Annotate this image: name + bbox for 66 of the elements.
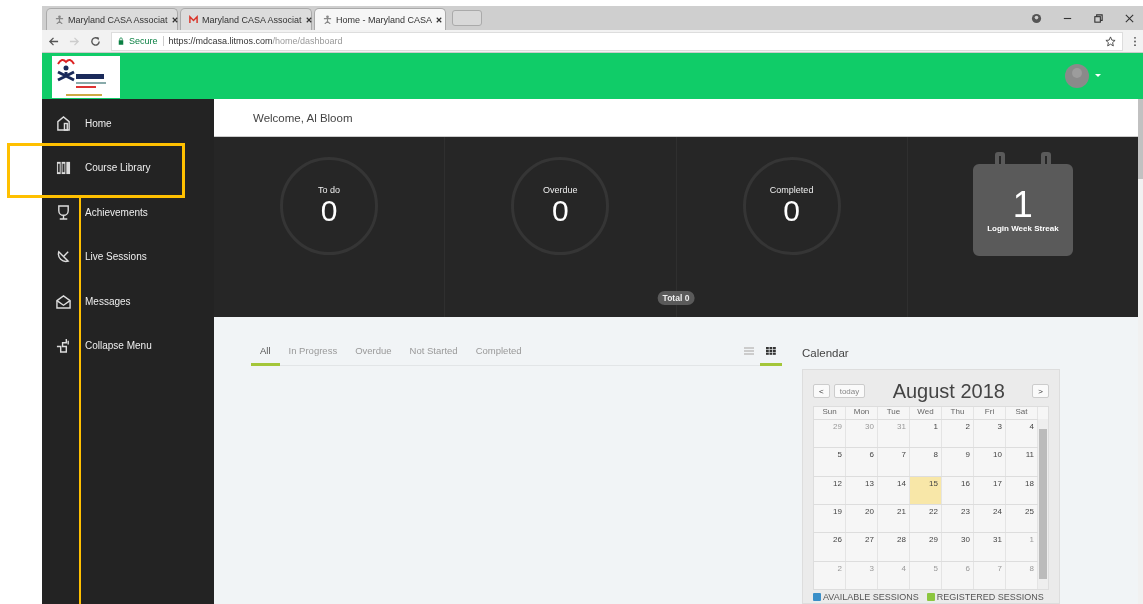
tab-title: Maryland CASA Associat xyxy=(202,14,302,25)
stat-value: 0 xyxy=(552,195,569,227)
day-cell[interactable]: 28 xyxy=(878,533,910,561)
stat-label: To do xyxy=(318,185,341,195)
welcome-text: Welcome, Al Bloom xyxy=(253,111,353,124)
day-cell[interactable]: 21 xyxy=(878,505,910,533)
sidebar-item[interactable]: Home xyxy=(42,101,214,146)
day-cell[interactable]: 16 xyxy=(942,476,974,504)
day-cell[interactable]: 19 xyxy=(814,505,846,533)
browser-tab[interactable]: Maryland CASA Associat xyxy=(180,8,312,30)
weekday-label: Thu xyxy=(942,407,974,419)
secure-label: Secure xyxy=(129,36,158,46)
weekday-label: Sun xyxy=(814,407,846,419)
day-cell[interactable]: 3 xyxy=(974,420,1006,448)
sidebar-item[interactable]: Live Sessions xyxy=(42,234,214,279)
previous-button[interactable]: < xyxy=(813,384,830,398)
stat-label: Completed xyxy=(769,185,814,195)
tab-title: Home - Maryland CASA xyxy=(336,14,433,25)
weekday-label: Sat xyxy=(1006,407,1038,419)
url-text: https://mdcasa.litmos.com/home/dashboard xyxy=(168,36,343,46)
weekday-label: Fri xyxy=(974,407,1006,419)
sidebar-item[interactable]: Collapse Menu xyxy=(42,323,214,368)
day-cell[interactable]: 24 xyxy=(974,505,1006,533)
sidebar-item[interactable]: Course Library xyxy=(42,145,214,190)
weekday-label: Wed xyxy=(910,407,942,419)
day-cell[interactable]: 5 xyxy=(814,448,846,476)
day-cell[interactable]: 30 xyxy=(942,533,974,561)
day-cell[interactable]: 26 xyxy=(814,533,846,561)
legend-label: AVAILABLE SESSIONS xyxy=(823,591,919,602)
sidebar-item[interactable]: Messages xyxy=(42,279,214,324)
day-cell[interactable]: 31 xyxy=(974,533,1006,561)
month-title: August 2018 xyxy=(891,379,1006,403)
legend-label: REGISTERED SESSIONS xyxy=(936,591,1044,602)
stat-value: 0 xyxy=(320,195,338,227)
next-button[interactable]: > xyxy=(1032,384,1049,398)
day-cell[interactable]: 7 xyxy=(878,448,910,476)
browser-tab[interactable]: Maryland CASA Associat xyxy=(46,8,178,30)
day-cell[interactable]: 29 xyxy=(910,533,942,561)
day-cell[interactable]: 27 xyxy=(846,533,878,561)
streak-label: Login Week Streak xyxy=(987,224,1059,233)
browser-tab[interactable]: Home - Maryland CASA xyxy=(314,8,446,30)
address-field[interactable]: Secure https://mdcasa.litmos.com/home/dashboard xyxy=(111,31,1123,51)
day-cell[interactable]: 23 xyxy=(942,505,974,533)
day-cell[interactable]: 13 xyxy=(846,476,878,504)
weekday-label: Mon xyxy=(846,407,878,419)
stat-label: Overdue xyxy=(543,185,578,195)
day-cell[interactable]: 22 xyxy=(910,505,942,533)
tab-title: Maryland CASA Associat xyxy=(68,14,168,25)
day-cell[interactable]: 2 xyxy=(942,420,974,448)
streak-value: 1 xyxy=(1012,186,1033,224)
day-cell[interactable]: 17 xyxy=(974,476,1006,504)
stat-value: 0 xyxy=(783,195,800,227)
today-button[interactable]: today xyxy=(833,384,866,398)
day-cell[interactable]: 20 xyxy=(846,505,878,533)
day-cell[interactable]: 6 xyxy=(846,448,878,476)
sidebar-item[interactable]: Achievements xyxy=(42,190,214,235)
day-cell[interactable]: 15 xyxy=(910,476,942,504)
day-cell[interactable]: 9 xyxy=(942,448,974,476)
calendar-title: Calendar xyxy=(802,347,850,361)
day-cell[interactable]: 1 xyxy=(910,420,942,448)
total-badge: Total 0 xyxy=(657,291,695,305)
filter-tab[interactable]: All xyxy=(251,338,280,366)
weekday-label: Tue xyxy=(878,407,910,419)
day-cell[interactable]: 8 xyxy=(910,448,942,476)
day-cell[interactable]: 12 xyxy=(814,476,846,504)
day-cell[interactable]: 10 xyxy=(974,448,1006,476)
